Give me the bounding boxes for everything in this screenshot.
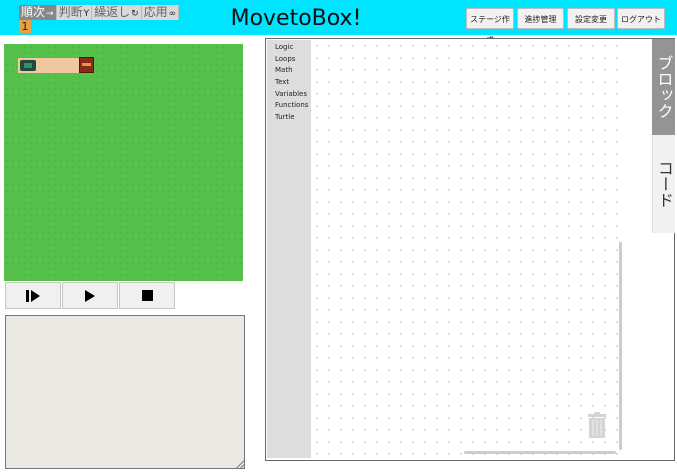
toolbox-category-functions[interactable]: Functions [275,100,311,112]
toolbox-category-turtle[interactable]: Turtle [275,112,311,124]
toolbox-category-variables[interactable]: Variables [275,89,311,101]
play-icon [85,289,95,302]
settings-button[interactable]: 設定変更 [567,8,615,29]
step-button[interactable] [5,282,61,309]
stop-button[interactable] [119,282,175,309]
run-controls [5,282,176,309]
game-stage [4,44,243,281]
toolbox-category-text[interactable]: Text [275,77,311,89]
tab-blocks[interactable]: ブロック [652,39,675,135]
stop-icon [141,290,153,301]
trash-icon[interactable] [587,412,607,439]
create-stage-button[interactable]: ステージ作成 [466,8,514,45]
progress-button[interactable]: 進捗管理 [517,8,564,29]
toolbox-category-loops[interactable]: Loops [275,54,311,66]
logout-button[interactable]: ログアウト [617,8,665,29]
toolbox-category-math[interactable]: Math [275,65,311,77]
output-console[interactable] [5,315,245,469]
resize-handle-icon[interactable] [236,460,244,468]
step-forward-icon [26,289,40,302]
blockly-toolbox: Logic Loops Math Text Variables Function… [267,40,311,458]
workspace-horizontal-scrollbar[interactable] [464,451,616,454]
blockly-workspace[interactable] [311,40,624,458]
goal-box [79,57,94,73]
workspace-vertical-scrollbar[interactable] [619,242,622,450]
toolbox-category-logic[interactable]: Logic [275,42,311,54]
tab-code[interactable]: コード [652,135,675,233]
header-bar: 順次→ 判断Y 繰返し↻ 応用∞ 1 MovetoBox! ステージ作成 進捗管… [0,0,677,45]
run-button[interactable] [62,282,118,309]
robot-character [20,60,36,71]
